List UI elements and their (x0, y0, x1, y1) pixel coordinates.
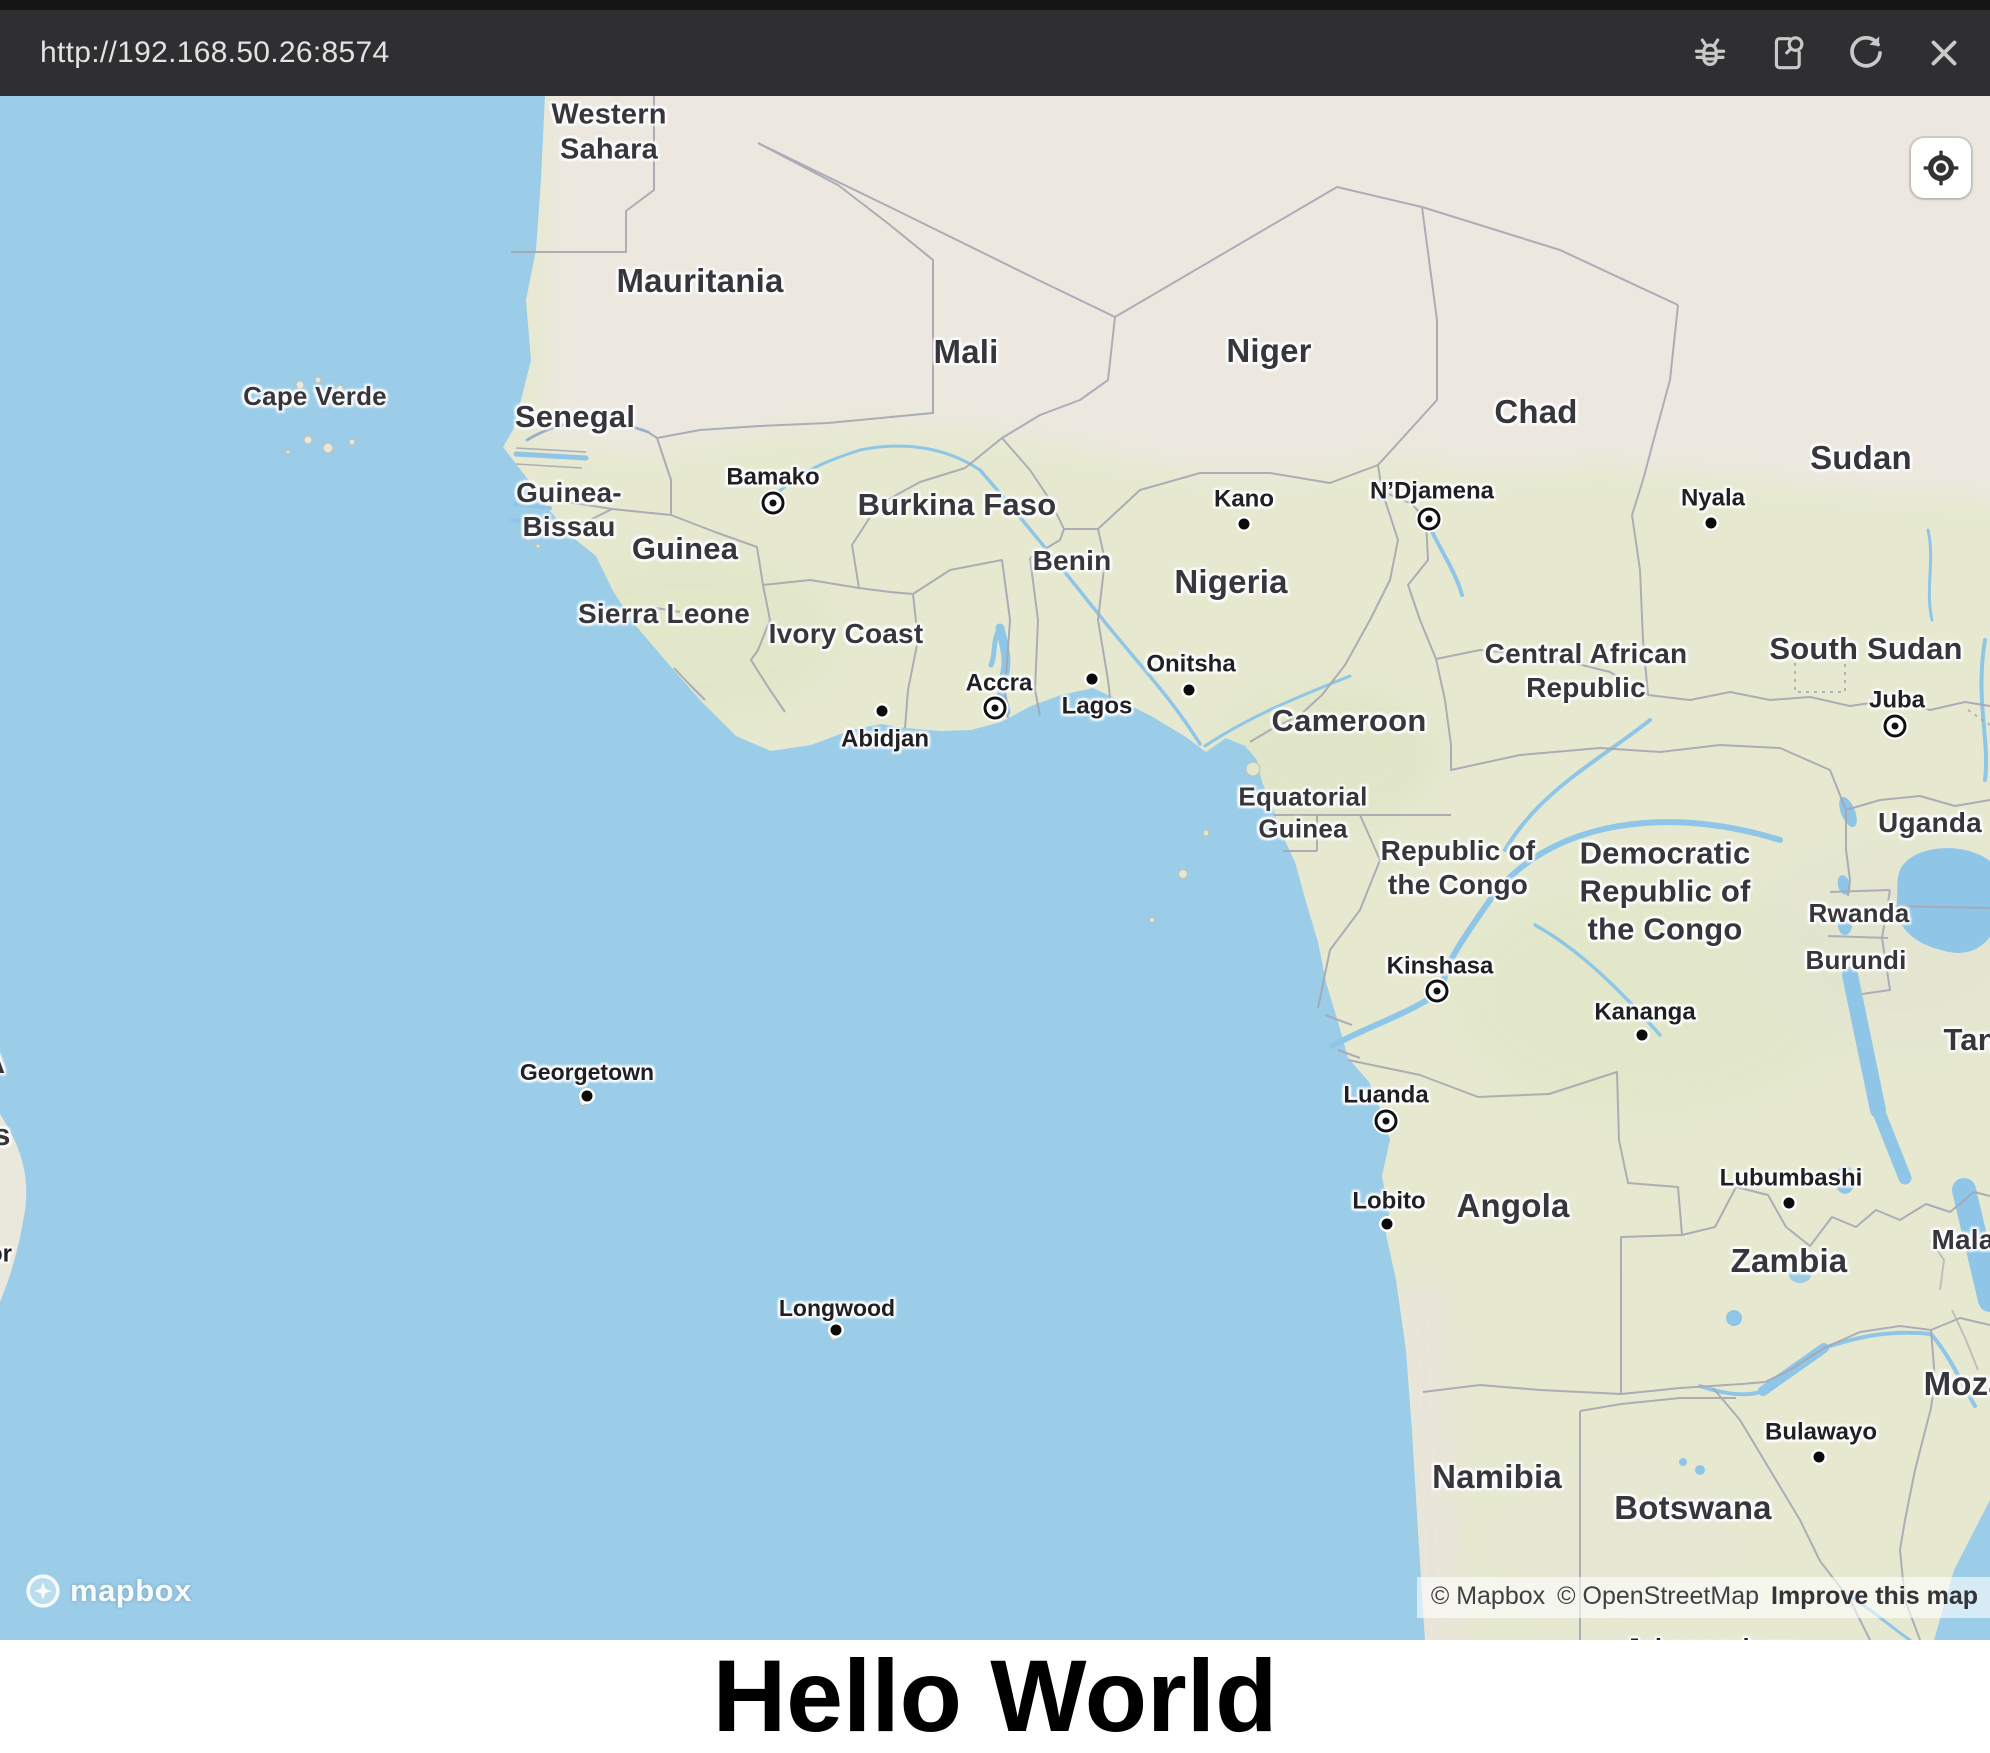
mapbox-logo[interactable]: mapbox (24, 1572, 192, 1610)
close-button[interactable] (1920, 29, 1968, 77)
bug-icon (1689, 32, 1731, 74)
geolocate-icon (1921, 148, 1961, 188)
osm-attribution-link[interactable]: © OpenStreetMap (1557, 1582, 1759, 1611)
inspect-page-icon (1767, 32, 1809, 74)
improve-this-map-link[interactable]: Improve this map (1771, 1582, 1978, 1611)
map-canvas[interactable]: Western SaharaMauritaniaMaliNigerChadSud… (0, 96, 1990, 1640)
reload-icon (1845, 32, 1887, 74)
mapbox-logo-text: mapbox (70, 1573, 192, 1609)
page-body: Hello World (0, 1640, 1990, 1752)
mapbox-logo-icon (24, 1572, 62, 1610)
close-icon (1923, 32, 1965, 74)
basemap-graphics (0, 96, 1990, 1640)
geolocate-button[interactable] (1911, 138, 1971, 198)
browser-bar: http://192.168.50.26:8574 (0, 0, 1990, 96)
map-attribution: © Mapbox © OpenStreetMap Improve this ma… (1417, 1577, 1990, 1618)
mapbox-attribution-link[interactable]: © Mapbox (1431, 1582, 1545, 1611)
browser-actions (1686, 29, 1990, 77)
inspect-page-button[interactable] (1764, 29, 1812, 77)
reload-button[interactable] (1842, 29, 1890, 77)
debug-button[interactable] (1686, 29, 1734, 77)
url-field[interactable]: http://192.168.50.26:8574 (0, 36, 389, 70)
page-heading: Hello World (0, 1640, 1990, 1752)
